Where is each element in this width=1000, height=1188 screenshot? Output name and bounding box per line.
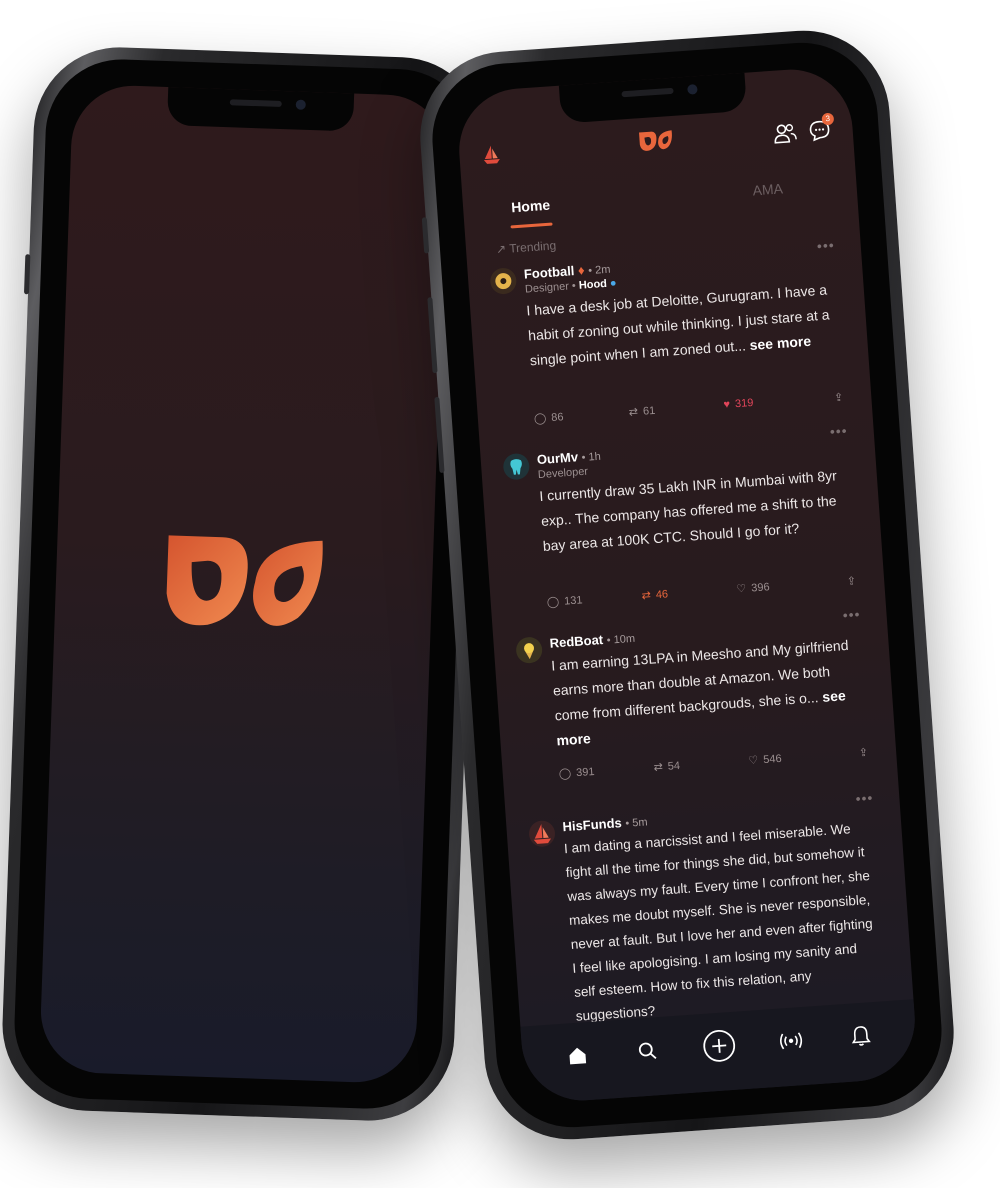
nav-home[interactable] <box>559 1038 595 1074</box>
post-role: Developer <box>537 465 589 482</box>
repost-button[interactable]: ⇄ 61 <box>628 404 655 419</box>
more-options-icon[interactable]: ••• <box>816 237 835 254</box>
repost-icon: ⇄ <box>628 406 639 419</box>
more-options-icon[interactable]: ••• <box>829 422 848 439</box>
post-time: 5m <box>631 816 648 830</box>
feed-bezel: 3 Home AMA ↗ Trending Football ♦ • 2m De… <box>427 37 947 1133</box>
more-options-icon[interactable]: ••• <box>842 606 861 623</box>
post-card[interactable]: Football ♦ • 2m Designer • Hood ● ••• I … <box>489 237 849 431</box>
ice-cream-icon <box>524 643 535 660</box>
like-button[interactable]: ♡ 546 <box>748 752 782 767</box>
post-time: 1h <box>588 450 602 464</box>
post-body: I am earning 13LPA in Meesho and My girl… <box>550 636 849 749</box>
avatar[interactable] <box>502 452 531 481</box>
trending-text: Trending <box>508 238 557 256</box>
boat-avatar-icon[interactable] <box>479 142 505 168</box>
share-icon: ⇪ <box>846 575 857 588</box>
repost-icon: ⇄ <box>653 761 664 774</box>
nav-add-post[interactable] <box>701 1028 737 1064</box>
post-actions: ◯ 131 ⇄ 46 ♡ 396 ⇪ <box>546 574 857 614</box>
add-post-icon <box>703 1029 736 1062</box>
share-button[interactable]: ⇪ <box>846 574 857 588</box>
like-button[interactable]: ♡ 396 <box>736 580 770 596</box>
nav-search[interactable] <box>629 1033 665 1069</box>
post-time: 2m <box>594 263 611 277</box>
mute-switch <box>23 254 31 295</box>
feed-screen: 3 Home AMA ↗ Trending Football ♦ • 2m De… <box>455 65 919 1105</box>
share-icon: ⇪ <box>858 746 869 760</box>
comment-icon: ◯ <box>533 412 547 426</box>
chat-badge: 3 <box>821 112 835 126</box>
comment-button[interactable]: ◯ 86 <box>533 410 564 426</box>
post-author[interactable]: HisFunds • 5m <box>562 813 648 834</box>
repost-button[interactable]: ⇄ 54 <box>653 759 680 774</box>
comment-icon: ◯ <box>558 767 572 781</box>
post-author[interactable]: OurMv • 1h <box>536 448 601 467</box>
repost-icon: ⇄ <box>641 589 652 603</box>
comment-button[interactable]: ◯ 131 <box>546 593 582 609</box>
share-icon: ⇪ <box>833 391 844 405</box>
live-icon <box>780 1032 803 1050</box>
heart-icon: ♡ <box>736 582 747 596</box>
post-actions: ◯ 86 ⇄ 61 ♥ 319 ⇪ <box>534 391 845 431</box>
trending-icon: ↗ <box>495 241 507 257</box>
avatar[interactable] <box>528 819 556 848</box>
football-icon <box>495 273 512 290</box>
heart-filled-icon: ♥ <box>723 398 731 411</box>
search-icon <box>638 1042 657 1059</box>
flame-icon: ♦ <box>577 262 586 278</box>
avatar[interactable] <box>515 636 544 665</box>
trending-label: ↗ Trending <box>496 238 557 256</box>
post-actions: ◯ 391 ⇄ 54 ♡ 546 ⇪ <box>558 746 869 786</box>
people-icon[interactable] <box>772 121 797 145</box>
tooth-icon <box>510 459 522 475</box>
bell-icon <box>851 1026 871 1046</box>
notch <box>558 70 748 124</box>
post-author[interactable]: RedBoat • 10m <box>549 630 635 651</box>
post-card[interactable]: OurMv • 1h Developer ••• I currently dra… <box>502 422 862 614</box>
heart-icon: ♡ <box>748 754 759 768</box>
tab-home[interactable]: Home <box>511 197 551 216</box>
verified-icon: ● <box>609 277 618 290</box>
community-name[interactable]: Hood <box>578 278 607 292</box>
home-icon <box>569 1047 587 1065</box>
splash-bezel <box>11 56 477 1112</box>
tab-ama[interactable]: AMA <box>752 180 783 198</box>
see-more-link[interactable]: see more <box>749 333 811 353</box>
top-bar: 3 <box>458 112 854 184</box>
chat-button[interactable]: 3 <box>808 112 835 142</box>
share-button[interactable]: ⇪ <box>858 746 869 760</box>
like-button[interactable]: ♥ 319 <box>723 397 754 411</box>
nav-notifications[interactable] <box>843 1018 879 1054</box>
comment-button[interactable]: ◯ 391 <box>558 765 594 780</box>
post-card[interactable]: RedBoat • 10m ••• I am earning 13LPA in … <box>515 606 875 798</box>
comment-icon: ◯ <box>546 595 560 609</box>
more-options-icon[interactable]: ••• <box>855 790 874 807</box>
nav-live[interactable] <box>773 1023 809 1059</box>
notch <box>166 85 355 132</box>
glimmer-logo <box>166 535 323 626</box>
feed-phone: 3 Home AMA ↗ Trending Football ♦ • 2m De… <box>414 24 960 1146</box>
feed-tabs: Home AMA <box>463 175 859 242</box>
glimmer-logo <box>639 130 672 151</box>
active-tab-indicator <box>510 222 553 229</box>
avatar[interactable] <box>489 267 518 295</box>
repost-button[interactable]: ⇄ 46 <box>641 587 668 602</box>
splash-phone <box>0 44 489 1124</box>
boat-icon <box>533 823 552 844</box>
splash-screen <box>38 83 450 1085</box>
post-time: 10m <box>613 632 636 647</box>
post-body: I am dating a narcissist and I feel mise… <box>563 821 874 1024</box>
share-button[interactable]: ⇪ <box>834 391 844 405</box>
